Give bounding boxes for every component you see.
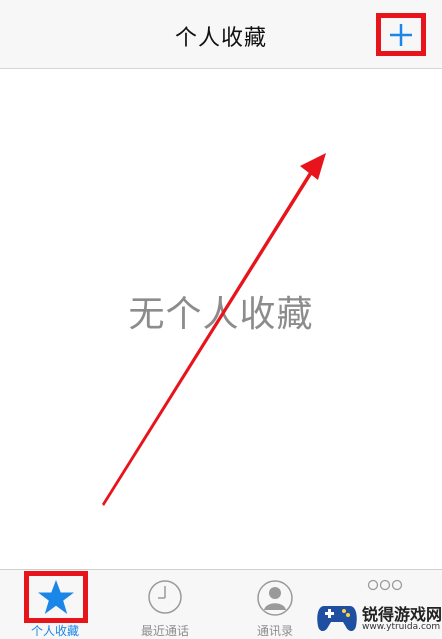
tab-label-recents: 最近通话 — [140, 624, 189, 638]
site-watermark: 锐得游戏网 www.ytruida.com — [314, 598, 442, 638]
tab-favorites[interactable]: 个人收藏 — [0, 570, 110, 639]
tab-recents[interactable]: 最近通话 — [110, 570, 220, 639]
tab-label-favorites: 个人收藏 — [30, 624, 79, 638]
gamepad-logo-icon — [317, 606, 357, 632]
star-icon — [38, 580, 74, 614]
keypad-icon — [367, 579, 403, 591]
clock-icon — [148, 580, 182, 614]
watermark-url: www.ytruida.com — [362, 622, 441, 632]
contacts-icon — [257, 580, 293, 616]
annotation-arrow — [102, 153, 326, 506]
